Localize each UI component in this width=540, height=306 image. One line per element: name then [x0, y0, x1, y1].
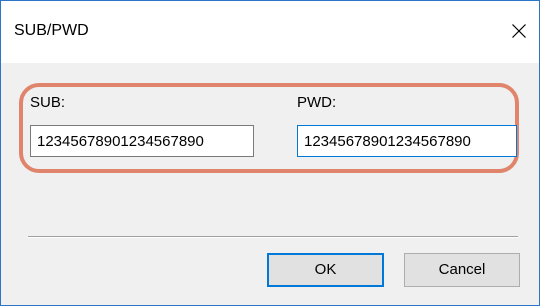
separator [28, 236, 518, 238]
pwd-label: PWD: [297, 94, 337, 111]
close-icon [512, 24, 526, 38]
pwd-input[interactable] [297, 125, 517, 157]
dialog-title: SUB/PWD [14, 22, 89, 39]
cancel-button[interactable]: Cancel [404, 253, 520, 287]
dialog-body: SUB: PWD: OK Cancel [1, 63, 539, 305]
close-button[interactable] [499, 11, 539, 51]
title-bar: SUB/PWD [1, 1, 539, 63]
sub-label: SUB: [30, 94, 66, 111]
ok-button[interactable]: OK [267, 253, 384, 287]
sub-input[interactable] [30, 125, 254, 157]
dialog-window: SUB/PWD SUB: PWD: OK Cancel [0, 0, 540, 306]
